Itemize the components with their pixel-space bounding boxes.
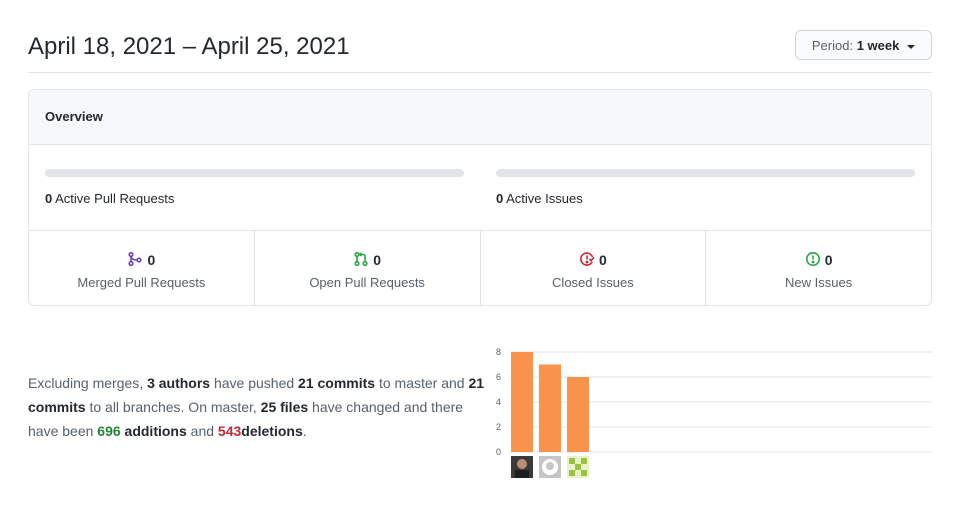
open-prs-count: 0 — [373, 252, 382, 268]
active-prs-label: 0 Active Pull Requests — [45, 191, 464, 206]
summary-deletions-word: deletions — [241, 423, 303, 439]
active-issues-text: Active Issues — [506, 191, 583, 206]
issue-opened-icon — [805, 252, 820, 266]
commit-bar-3[interactable] — [567, 377, 589, 452]
commit-summary-text: Excluding merges, 3 authors have pushed … — [28, 371, 488, 443]
overview-stats-row: 0 Merged Pull Requests 0 Open Pull Reque… — [29, 231, 931, 305]
overview-title: Overview — [29, 90, 931, 145]
overview-panel: Overview 0 Active Pull Requests 0 Active… — [28, 89, 932, 306]
summary-files: 25 files — [260, 399, 309, 415]
active-issues-block[interactable]: 0 Active Issues — [496, 169, 915, 206]
open-prs-label: Open Pull Requests — [309, 275, 425, 290]
date-range-title: April 18, 2021 – April 25, 2021 — [28, 33, 350, 60]
summary-commits-master: 21 commits — [298, 375, 376, 391]
summary-part-1: Excluding merges, — [28, 375, 144, 391]
author-avatar-2[interactable] — [539, 456, 561, 478]
page-header: April 18, 2021 – April 25, 2021 Period: … — [28, 30, 932, 73]
active-prs-progress-bar — [45, 169, 464, 177]
y-tick-label: 2 — [496, 422, 501, 432]
active-prs-count: 0 — [45, 191, 53, 206]
summary-deletions-number: 543 — [217, 423, 242, 439]
overview-progress-row: 0 Active Pull Requests 0 Active Issues — [29, 145, 931, 231]
summary-part-3: to master and — [378, 375, 465, 391]
commit-bar-2[interactable] — [539, 364, 561, 453]
summary-authors: 3 authors — [147, 375, 211, 391]
summary-part-6: and — [190, 423, 215, 439]
closed-issues-count: 0 — [598, 252, 607, 268]
new-issues-label: New Issues — [785, 275, 853, 290]
y-tick-label: 6 — [496, 372, 501, 382]
period-label: Period: — [811, 38, 854, 53]
closed-issues-label: Closed Issues — [552, 275, 634, 290]
new-issues-count: 0 — [824, 252, 833, 268]
commits-by-author-chart: 0 2 4 6 8 — [496, 347, 932, 478]
summary-part-2: have pushed — [213, 375, 295, 391]
active-issues-label: 0 Active Issues — [496, 191, 915, 206]
y-tick-label: 8 — [496, 347, 501, 357]
issue-closed-icon — [580, 252, 595, 266]
caret-down-icon — [907, 44, 915, 49]
git-pull-request-icon — [354, 251, 368, 267]
y-tick-label: 0 — [496, 447, 501, 457]
summary-additions-number: 696 — [97, 423, 121, 439]
active-issues-progress-bar — [496, 169, 915, 177]
y-tick-label: 4 — [496, 397, 501, 407]
period-value: 1 week — [856, 38, 900, 53]
closed-issues-stat[interactable]: 0 Closed Issues — [481, 231, 707, 305]
merged-prs-count: 0 — [147, 252, 156, 268]
open-prs-stat[interactable]: 0 Open Pull Requests — [255, 231, 481, 305]
author-avatar-3[interactable] — [567, 456, 589, 478]
summary-additions-word: additions — [124, 423, 187, 439]
merged-prs-label: Merged Pull Requests — [77, 275, 206, 290]
git-merge-icon — [128, 251, 143, 267]
period-dropdown-button[interactable]: Period: 1 week — [794, 30, 932, 60]
summary-part-7: . — [302, 423, 307, 439]
active-prs-text: Active Pull Requests — [55, 191, 175, 206]
active-prs-block[interactable]: 0 Active Pull Requests — [45, 169, 464, 206]
author-avatar-1[interactable] — [511, 456, 533, 478]
active-issues-count: 0 — [496, 191, 504, 206]
new-issues-stat[interactable]: 0 New Issues — [706, 231, 931, 305]
merged-prs-stat[interactable]: 0 Merged Pull Requests — [29, 231, 255, 305]
summary-part-4: to all branches. On master, — [89, 399, 257, 415]
commit-bar-1[interactable] — [511, 352, 533, 452]
